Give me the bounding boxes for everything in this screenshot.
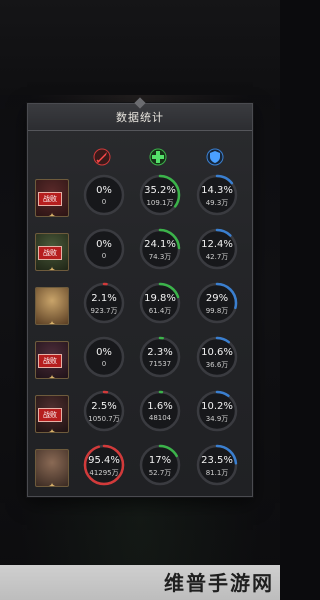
unit-avatar[interactable]: 战败 ✦ [35,341,69,379]
unit-row: 战败 ✦ 0% 0 35.2% 109.1万 14.3% 49.3万 [28,174,252,225]
unit-row: 战败 ✦ 0% 0 2.3% 71537 10.6% 36.6万 [28,336,252,387]
rank-star-icon: ✦ [48,374,56,379]
top-dark-band [0,0,280,95]
stat-ring: 10.2% 34.9万 [196,390,238,432]
stat-percent: 12.4% [201,239,233,250]
stat-percent: 1.6% [147,401,173,412]
watermark-logo: 维普手游网 [164,571,274,595]
rank-star-icon: ✦ [48,482,56,487]
stat-percent: 10.6% [201,347,233,358]
sword-icon [93,148,111,166]
shield-icon [206,148,224,166]
stat-percent: 0% [96,185,112,196]
stat-value: 1050.7万 [88,415,120,423]
stat-ring: 1.6% 48104 [139,390,181,432]
unit-row: ✦ 95.4% 41295万 17% 52.7万 23.5% 81.1万 [28,444,252,495]
stat-ring: 12.4% 42.7万 [196,228,238,270]
stat-ring: 2.3% 71537 [139,336,181,378]
stat-percent: 2.3% [147,347,173,358]
stat-ring: 17% 52.7万 [139,444,181,486]
unit-avatar[interactable]: 战败 ✦ [35,233,69,271]
stat-value: 74.3万 [148,253,172,261]
rank-star-icon: ✦ [48,320,56,325]
stat-ring: 0% 0 [83,174,125,216]
stat-percent: 2.5% [91,401,117,412]
stats-panel: 数据统计 战败 ✦ 0% 0 35.2% 109.1万 14.3% 49.3万 战败 ✦ 0% 0 24… [27,97,253,497]
stat-value: 0 [101,360,107,368]
stat-percent: 24.1% [144,239,176,250]
stat-percent: 17% [148,455,172,466]
stat-value: 52.7万 [148,469,172,477]
unit-row: ✦ 2.1% 923.7万 19.8% 61.4万 29% 99.8万 [28,282,252,333]
stat-ring: 2.1% 923.7万 [83,282,125,324]
stat-value: 81.1万 [205,469,229,477]
rank-star-icon: ✦ [48,266,56,271]
stat-ring: 0% 0 [83,336,125,378]
stat-percent: 19.8% [144,293,176,304]
stat-ring: 24.1% 74.3万 [139,228,181,270]
stat-value: 99.8万 [205,307,229,315]
stat-percent: 0% [96,239,112,250]
stat-percent: 23.5% [201,455,233,466]
stat-value: 42.7万 [205,253,229,261]
panel-header: 数据统计 [28,97,252,131]
stat-percent: 2.1% [91,293,117,304]
stat-ring: 10.6% 36.6万 [196,336,238,378]
stat-percent: 0% [96,347,112,358]
stat-value: 109.1万 [146,199,174,207]
unit-avatar[interactable]: ✦ [35,449,69,487]
unit-avatar[interactable]: 战败 ✦ [35,179,69,217]
stat-ring: 95.4% 41295万 [83,444,125,486]
defeated-badge: 战败 [38,246,62,260]
defeated-badge: 战败 [38,354,62,368]
stat-value: 0 [101,198,107,206]
defeated-badge: 战败 [38,408,62,422]
stat-ring: 35.2% 109.1万 [139,174,181,216]
stat-percent: 29% [205,293,229,304]
unit-avatar[interactable]: 战败 ✦ [35,395,69,433]
stat-value: 36.6万 [205,361,229,369]
stat-value: 0 [101,252,107,260]
footer-bar: 维普手游网 [0,565,280,600]
stat-percent: 14.3% [201,185,233,196]
stat-ring: 14.3% 49.3万 [196,174,238,216]
stat-value: 48104 [148,414,172,422]
stat-value: 61.4万 [148,307,172,315]
stat-ring: 2.5% 1050.7万 [83,390,125,432]
stat-value: 49.3万 [205,199,229,207]
stat-percent: 10.2% [201,401,233,412]
unit-row: 战败 ✦ 2.5% 1050.7万 1.6% 48104 10.2% 34.9万 [28,390,252,441]
panel-title: 数据统计 [116,111,164,124]
stat-ring: 23.5% 81.1万 [196,444,238,486]
rank-star-icon: ✦ [48,428,56,433]
stat-value: 923.7万 [90,307,118,315]
stat-ring: 0% 0 [83,228,125,270]
defeated-badge: 战败 [38,192,62,206]
stat-ring: 19.8% 61.4万 [139,282,181,324]
unit-avatar[interactable]: ✦ [35,287,69,325]
stat-percent: 95.4% [88,455,120,466]
rank-star-icon: ✦ [48,212,56,217]
heal-icon [149,148,167,166]
stat-value: 71537 [148,360,172,368]
stat-value: 34.9万 [205,415,229,423]
stat-ring: 29% 99.8万 [196,282,238,324]
unit-row: 战败 ✦ 0% 0 24.1% 74.3万 12.4% 42.7万 [28,228,252,279]
stat-percent: 35.2% [144,185,176,196]
stat-value: 41295万 [89,469,119,477]
